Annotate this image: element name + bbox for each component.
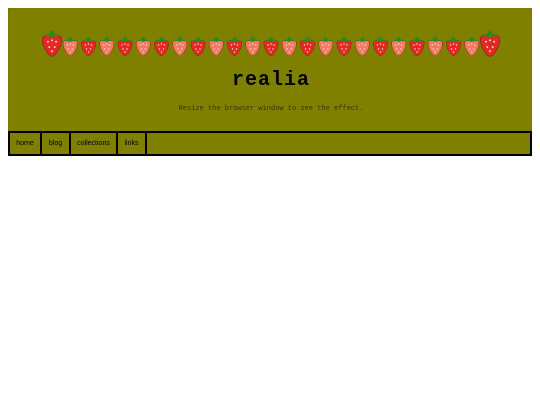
strawberry-icon <box>81 36 96 57</box>
strawberry-icon <box>318 36 334 57</box>
strawberry-icon <box>154 36 169 57</box>
strawberry-icon <box>117 36 133 57</box>
page-subtitle: Resize the browser window to see the eff… <box>178 105 364 113</box>
nav-collections-label: collections <box>77 140 110 147</box>
strawberry-icon <box>245 36 261 57</box>
strawberry-banner <box>42 29 500 57</box>
strawberry-icon <box>391 36 407 57</box>
nav-links-label: links <box>124 140 139 147</box>
strawberry-icon <box>336 36 352 57</box>
strawberry-icon <box>480 29 500 57</box>
strawberry-icon <box>300 36 315 57</box>
strawberry-icon <box>354 36 370 57</box>
strawberry-icon <box>135 36 151 57</box>
strawberry-icon <box>227 36 242 57</box>
strawberry-icon <box>208 36 224 57</box>
page-title: realia <box>231 69 310 92</box>
strawberry-icon <box>373 36 388 57</box>
strawberry-icon <box>62 36 78 57</box>
site-header: realia Resize the browser window to see … <box>8 8 532 132</box>
strawberry-icon <box>172 36 188 57</box>
strawberry-icon <box>281 36 297 57</box>
strawberry-icon <box>464 36 480 57</box>
nav-home[interactable]: home <box>10 133 42 154</box>
strawberry-icon <box>99 36 115 57</box>
strawberry-icon <box>446 36 461 57</box>
nav-links[interactable]: links <box>118 133 147 154</box>
nav-collections[interactable]: collections <box>71 133 118 154</box>
strawberry-icon <box>42 29 62 57</box>
nav-blog-label: blog <box>48 140 63 147</box>
strawberry-icon <box>427 36 443 57</box>
strawberry-icon <box>263 36 279 57</box>
strawberry-icon <box>409 36 425 57</box>
nav-blog[interactable]: blog <box>42 133 71 154</box>
strawberry-icon <box>190 36 206 57</box>
nav-bar: home blog collections links <box>8 131 532 156</box>
nav-home-label: home <box>16 140 34 147</box>
